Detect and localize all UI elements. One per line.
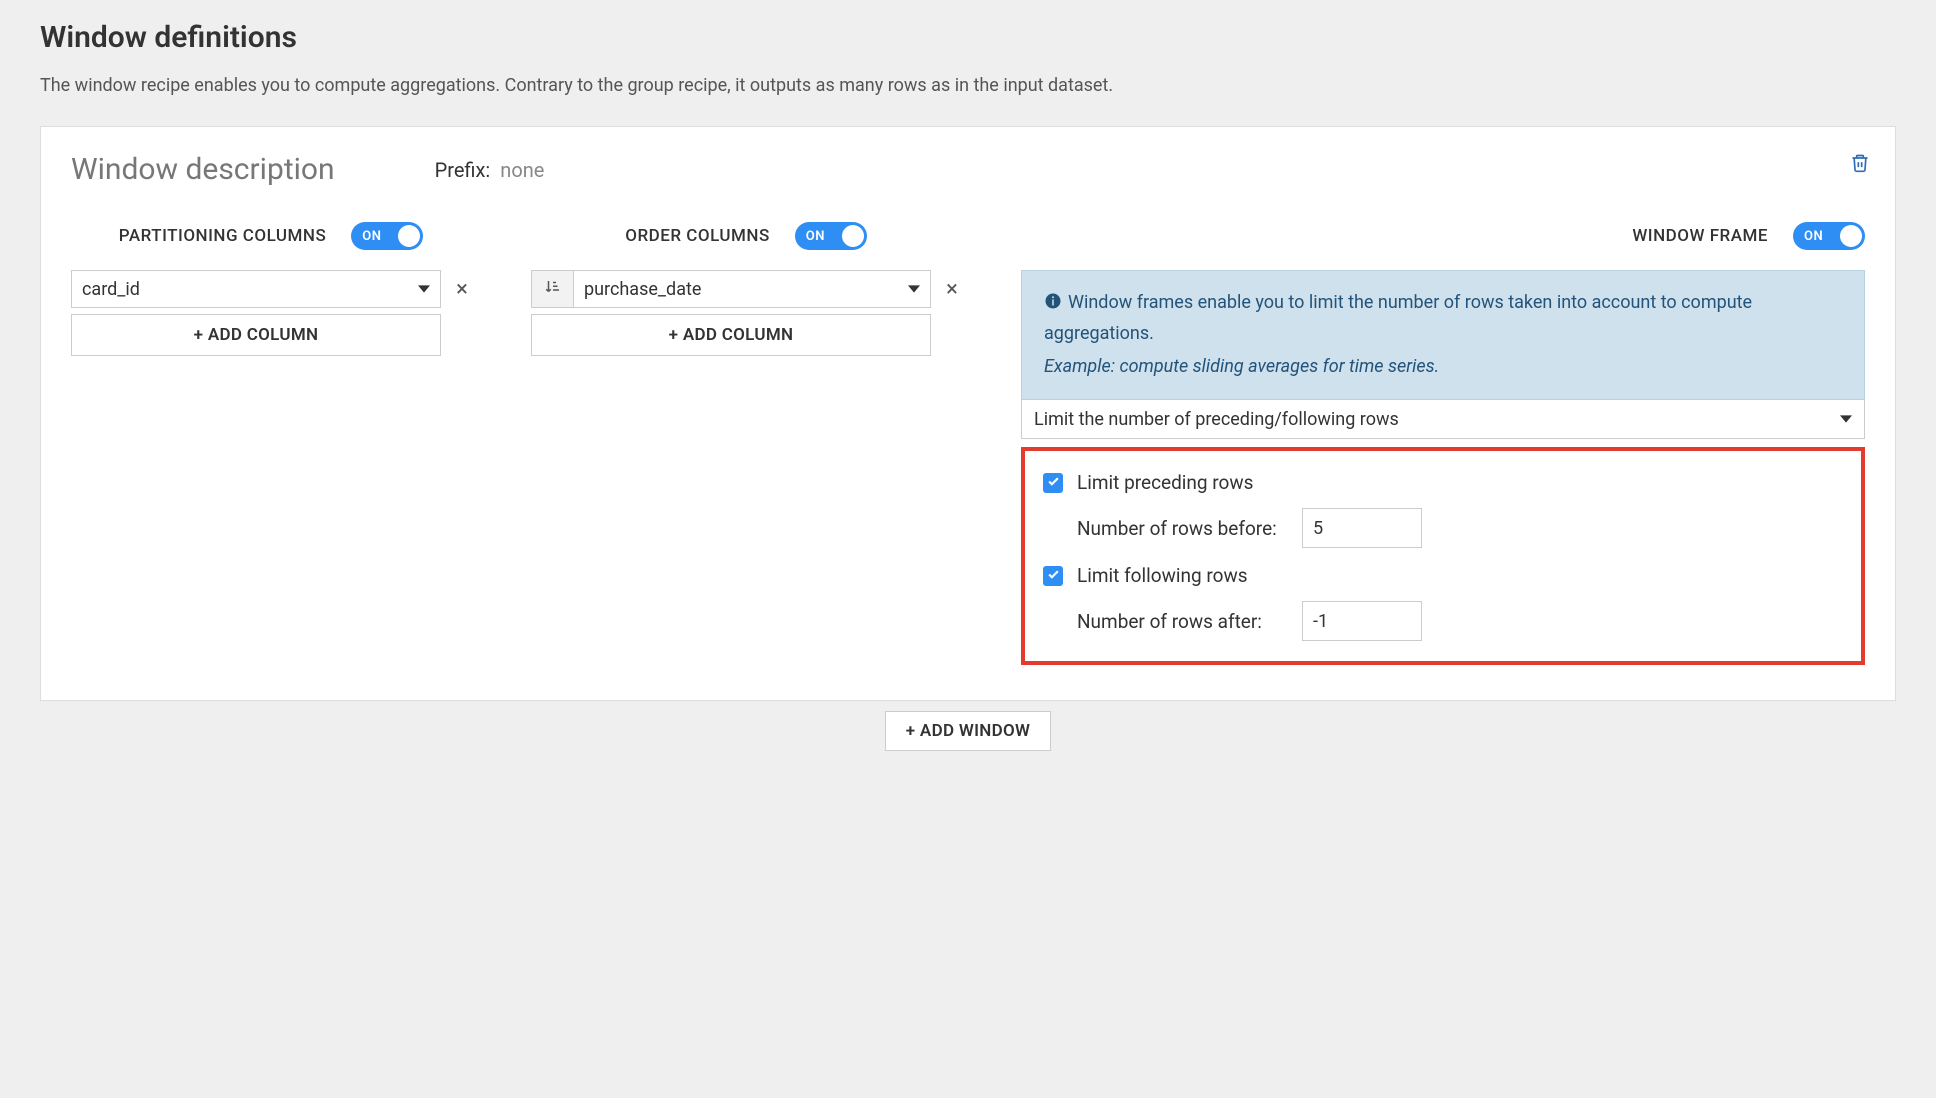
trash-icon (1850, 159, 1870, 178)
toggle-on-label: ON (806, 229, 825, 244)
toggle-knob (842, 225, 864, 247)
caret-down-icon (908, 279, 920, 300)
partition-column-select[interactable]: card_id (71, 270, 441, 308)
sort-direction-button[interactable] (531, 270, 573, 308)
order-column-value: purchase_date (584, 279, 701, 300)
partitioning-columns-label: PARTITIONING COLUMNS (119, 226, 327, 246)
window-frame-mode-value: Limit the number of preceding/following … (1034, 409, 1399, 430)
toggle-knob (1840, 225, 1862, 247)
check-icon (1047, 473, 1060, 492)
page-title: Window definitions (40, 20, 1896, 55)
order-column-select[interactable]: purchase_date (573, 270, 931, 308)
toggle-knob (398, 225, 420, 247)
add-window-label: + ADD WINDOW (906, 721, 1030, 741)
rows-before-label: Number of rows before: (1077, 517, 1302, 540)
rows-after-input[interactable] (1302, 601, 1422, 641)
window-frame-label: WINDOW FRAME (1632, 226, 1768, 246)
caret-down-icon (418, 279, 430, 300)
add-partition-column-label: + ADD COLUMN (194, 325, 319, 345)
prefix-value[interactable]: none (500, 158, 544, 182)
rows-before-input[interactable] (1302, 508, 1422, 548)
window-card: Window description Prefix: none PARTITIO… (40, 126, 1896, 701)
delete-window-button[interactable] (1850, 152, 1870, 178)
window-frame-limits-highlight: Limit preceding rows Number of rows befo… (1021, 447, 1865, 665)
sort-asc-icon (544, 278, 562, 300)
limit-preceding-checkbox[interactable] (1043, 473, 1063, 493)
caret-down-icon (1840, 409, 1852, 430)
partition-column-value: card_id (82, 279, 140, 300)
limit-preceding-label: Limit preceding rows (1077, 471, 1253, 494)
add-window-button[interactable]: + ADD WINDOW (885, 711, 1051, 751)
window-frame-toggle[interactable]: ON (1793, 222, 1865, 250)
partitioning-toggle[interactable]: ON (351, 222, 423, 250)
limit-following-label: Limit following rows (1077, 564, 1248, 587)
page-description: The window recipe enables you to compute… (40, 75, 1896, 96)
info-icon (1044, 291, 1062, 320)
window-frame-mode-select[interactable]: Limit the number of preceding/following … (1021, 399, 1865, 439)
limit-following-checkbox[interactable] (1043, 566, 1063, 586)
order-toggle[interactable]: ON (795, 222, 867, 250)
remove-partition-column-button[interactable]: × (453, 277, 471, 302)
prefix-label: Prefix: (435, 158, 491, 182)
card-title: Window description (71, 152, 335, 187)
toggle-on-label: ON (1804, 229, 1823, 244)
toggle-on-label: ON (362, 229, 381, 244)
check-icon (1047, 566, 1060, 585)
order-columns-label: ORDER COLUMNS (625, 226, 770, 246)
remove-order-column-button[interactable]: × (943, 277, 961, 302)
window-frame-info-example: Example: compute sliding averages for ti… (1044, 353, 1842, 382)
window-frame-info: Window frames enable you to limit the nu… (1021, 270, 1865, 399)
window-frame-info-text: Window frames enable you to limit the nu… (1044, 292, 1752, 344)
rows-after-label: Number of rows after: (1077, 610, 1302, 633)
add-order-column-button[interactable]: + ADD COLUMN (531, 314, 931, 356)
add-partition-column-button[interactable]: + ADD COLUMN (71, 314, 441, 356)
add-order-column-label: + ADD COLUMN (669, 325, 794, 345)
